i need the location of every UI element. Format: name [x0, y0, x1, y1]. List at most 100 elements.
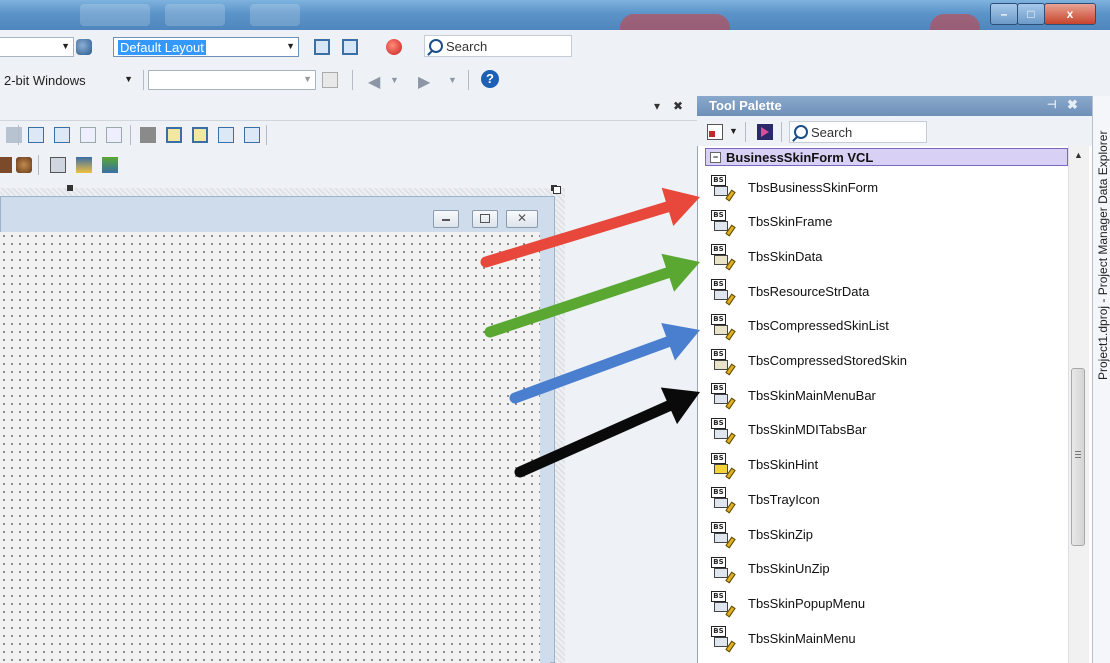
back-arrow-icon[interactable]: ◀	[368, 72, 380, 92]
configuration-combo[interactable]: ▼	[148, 70, 316, 90]
scrollbar-thumb[interactable]	[1071, 368, 1085, 546]
chevron-down-icon[interactable]: ▼	[448, 75, 457, 85]
window-layout-icon[interactable]	[342, 39, 358, 55]
palette-item-label: TbsCompressedSkinList	[748, 318, 889, 334]
toolbar-separator	[745, 122, 746, 142]
refresh-icon[interactable]	[322, 72, 338, 88]
chevron-down-icon[interactable]: ▼	[390, 75, 399, 85]
palette-item-label: TbsSkinMainMenu	[748, 630, 856, 646]
palette-item[interactable]: BS TbsSkinPopupMenu	[710, 588, 865, 618]
toolbar-separator	[143, 70, 144, 90]
close-button[interactable]: x	[1044, 3, 1096, 25]
bs-resource-str-icon: BS	[710, 278, 736, 306]
palette-item-label: TbsBusinessSkinForm	[748, 179, 879, 195]
taskbar-thumbnail	[250, 4, 300, 26]
bs-frame-icon: BS	[710, 209, 736, 237]
side-dock-tabs-label[interactable]: Project1.dproj - Project Manager Data Ex…	[1096, 131, 1110, 380]
align-icon[interactable]	[106, 127, 122, 143]
help-icon[interactable]: ?	[481, 70, 499, 88]
palette-item[interactable]: BS TbsSkinData	[710, 241, 822, 271]
palette-item[interactable]: BS TbsResourceStrData	[710, 276, 869, 306]
component-icon[interactable]	[50, 157, 66, 173]
chevron-down-icon: ▼	[286, 41, 295, 51]
component-icon[interactable]	[0, 157, 12, 173]
send-back-icon[interactable]	[244, 127, 260, 143]
toolbar-separator	[468, 70, 469, 90]
platform-combo[interactable]: 2-bit Windows ▼	[0, 70, 137, 90]
close-icon[interactable]: ✖	[1067, 97, 1078, 113]
palette-item[interactable]: BS TbsBusinessSkinForm	[710, 172, 878, 202]
component-icon[interactable]	[16, 157, 32, 173]
categories-icon[interactable]	[707, 124, 723, 140]
search-placeholder: Search	[811, 124, 853, 140]
palette-item-label: TbsSkinHint	[748, 457, 819, 473]
palette-item[interactable]: BS TbsSkinMainMenuBar	[710, 380, 876, 410]
palette-item-label: TbsSkinZip	[748, 526, 814, 542]
resize-handle[interactable]	[553, 186, 561, 194]
layout-combo-value: Default Layout	[118, 40, 206, 55]
chevron-down-icon: ▼	[61, 41, 70, 51]
minimize-button[interactable]: –	[990, 3, 1018, 25]
search-placeholder: Search	[446, 38, 488, 54]
pin-icon[interactable]: ⊣	[1047, 98, 1057, 111]
palette-item[interactable]: BS TbsSkinMDITabsBar	[710, 415, 866, 445]
form-border	[540, 232, 550, 663]
component-icon[interactable]	[76, 157, 92, 173]
minimize-icon: –	[1000, 7, 1008, 21]
chevron-down-icon[interactable]: ▼	[729, 126, 738, 136]
cursor-icon[interactable]	[757, 124, 773, 140]
palette-item-label: TbsSkinMainMenuBar	[748, 387, 876, 403]
component-combo[interactable]: ▼	[0, 37, 74, 57]
scroll-up-icon[interactable]: ▲	[1074, 150, 1083, 160]
size-icon[interactable]	[140, 127, 156, 143]
window-layout-icon[interactable]	[314, 39, 330, 55]
palette-item-label: TbsResourceStrData	[748, 283, 870, 299]
search-icon	[429, 39, 443, 53]
bs-form-icon: BS	[710, 174, 736, 202]
chevron-down-icon: ▼	[303, 74, 312, 84]
palette-item-label: TbsSkinData	[748, 248, 823, 264]
palette-item[interactable]: BS TbsTrayIcon	[710, 484, 820, 514]
form-maximize-button[interactable]	[472, 210, 498, 228]
palette-item[interactable]: BS TbsSkinZip	[710, 519, 813, 549]
cursor-icon-arrow	[761, 127, 769, 137]
palette-category-header[interactable]: − BusinessSkinForm VCL	[705, 148, 1068, 166]
toolbar-search-input[interactable]: Search	[424, 35, 572, 57]
background-decoration	[620, 14, 730, 30]
component-icon[interactable]	[102, 157, 118, 173]
align-icon[interactable]	[6, 127, 22, 143]
grid-align-icon[interactable]	[192, 127, 208, 143]
align-icon[interactable]	[80, 127, 96, 143]
category-label: BusinessSkinForm VCL	[726, 149, 874, 165]
palette-item[interactable]: BS TbsCompressedSkinList	[710, 311, 889, 341]
maximize-button[interactable]: □	[1017, 3, 1045, 25]
grip-icon	[1075, 451, 1081, 452]
form-close-button[interactable]: ✕	[506, 210, 538, 228]
taskbar-thumbnail	[80, 4, 150, 26]
palette-item[interactable]: BS TbsSkinMainMenu	[710, 623, 856, 653]
save-desktop-icon[interactable]	[76, 39, 92, 55]
bring-front-icon[interactable]	[218, 127, 234, 143]
palette-item[interactable]: BS TbsSkinFrame	[710, 207, 833, 237]
align-icon[interactable]	[54, 127, 70, 143]
align-icon[interactable]	[28, 127, 44, 143]
palette-item[interactable]: BS TbsSkinUnZip	[710, 554, 830, 584]
resize-handle[interactable]	[67, 185, 73, 191]
layout-combo[interactable]: Default Layout ▼	[113, 37, 299, 57]
grid-align-icon[interactable]	[166, 127, 182, 143]
forward-arrow-icon[interactable]: ▶	[418, 72, 430, 92]
close-icon[interactable]: ✖	[673, 99, 683, 113]
toolbar-separator	[352, 70, 353, 90]
form-client-area[interactable]	[0, 232, 540, 663]
divider	[0, 120, 697, 121]
close-icon: ✕	[517, 211, 528, 225]
stop-icon[interactable]	[386, 39, 402, 55]
taskbar-thumbnail	[165, 4, 225, 26]
palette-item[interactable]: BS TbsSkinHint	[710, 450, 818, 480]
palette-item-label: TbsSkinFrame	[748, 214, 833, 230]
bs-main-menu-icon: BS	[710, 625, 736, 653]
palette-search-input[interactable]: Search	[789, 121, 927, 143]
form-minimize-button[interactable]	[433, 210, 459, 228]
palette-item[interactable]: BS TbsCompressedStoredSkin	[710, 346, 907, 376]
pin-icon[interactable]: ▾	[654, 99, 660, 113]
